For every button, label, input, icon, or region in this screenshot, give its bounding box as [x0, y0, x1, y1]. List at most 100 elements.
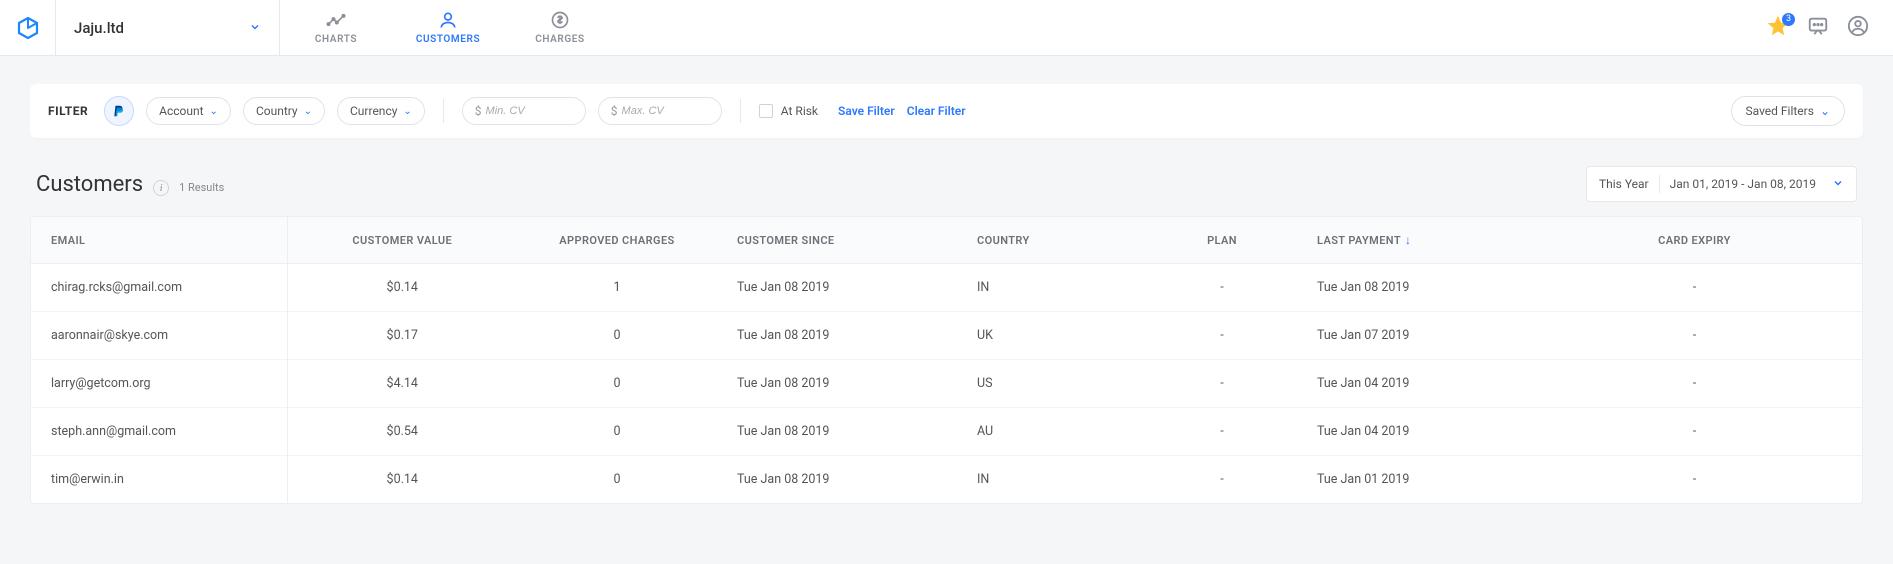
cell-value: $0.54 — [287, 408, 517, 456]
at-risk-label: At Risk — [781, 104, 818, 118]
cell-since: Tue Jan 08 2019 — [717, 360, 957, 408]
cell-expiry: - — [1527, 408, 1862, 456]
saved-filters-label: Saved Filters — [1746, 104, 1814, 118]
cell-approved: 0 — [517, 360, 717, 408]
cell-plan: - — [1147, 264, 1297, 312]
cell-last: Tue Jan 07 2019 — [1297, 312, 1527, 360]
pill-label: Currency — [350, 104, 397, 118]
chevron-down-icon: ⌄ — [210, 106, 218, 117]
filter-bar: FILTER Account ⌄ Country ⌄ Currency ⌄ $ … — [30, 84, 1863, 138]
cell-country: IN — [957, 456, 1147, 504]
at-risk-checkbox[interactable] — [759, 104, 773, 118]
cell-last: Tue Jan 04 2019 — [1297, 408, 1527, 456]
nav-tabs: CHARTS CUSTOMERS CHARGES — [280, 0, 616, 55]
profile-button[interactable] — [1847, 15, 1869, 41]
pill-label: Country — [256, 104, 298, 118]
chat-icon — [1807, 15, 1829, 37]
cell-since: Tue Jan 08 2019 — [717, 456, 957, 504]
saved-filters-button[interactable]: Saved Filters ⌄ — [1731, 96, 1846, 126]
nav-tab-label: CHARTS — [315, 34, 357, 45]
table-row[interactable]: chirag.rcks@gmail.com$0.141Tue Jan 08 20… — [31, 264, 1862, 312]
customers-table: EMAIL CUSTOMER VALUE APPROVED CHARGES CU… — [30, 216, 1863, 504]
filter-separator — [740, 99, 741, 123]
account-filter[interactable]: Account ⌄ — [146, 97, 231, 125]
nav-tab-label: CHARGES — [535, 34, 585, 45]
cell-expiry: - — [1527, 360, 1862, 408]
col-approved[interactable]: APPROVED CHARGES — [517, 217, 717, 264]
cell-email: tim@erwin.in — [31, 456, 287, 504]
topbar-actions: 3 — [1767, 0, 1893, 55]
cell-email: chirag.rcks@gmail.com — [31, 264, 287, 312]
min-cv-input[interactable] — [486, 105, 566, 117]
cell-approved: 0 — [517, 408, 717, 456]
workspace-name: Jaju.ltd — [74, 19, 124, 37]
table-row[interactable]: larry@getcom.org$4.140Tue Jan 08 2019US-… — [31, 360, 1862, 408]
cell-last: Tue Jan 08 2019 — [1297, 264, 1527, 312]
country-filter[interactable]: Country ⌄ — [243, 97, 325, 125]
filter-label: FILTER — [48, 104, 88, 118]
customers-icon — [438, 10, 458, 30]
cell-value: $0.14 — [287, 264, 517, 312]
results-count: 1 Results — [179, 181, 224, 194]
info-icon[interactable]: i — [153, 180, 169, 196]
nav-tab-charges[interactable]: CHARGES — [504, 0, 616, 55]
cell-expiry: - — [1527, 312, 1862, 360]
profile-icon — [1847, 15, 1869, 37]
col-expiry[interactable]: CARD EXPIRY — [1527, 217, 1862, 264]
cell-expiry: - — [1527, 264, 1862, 312]
chevron-down-icon — [1832, 177, 1844, 192]
sort-down-icon: ↓ — [1405, 233, 1411, 247]
table-row[interactable]: steph.ann@gmail.com$0.540Tue Jan 08 2019… — [31, 408, 1862, 456]
dollar-icon: $ — [611, 104, 618, 118]
table-row[interactable]: aaronnair@skye.com$0.170Tue Jan 08 2019U… — [31, 312, 1862, 360]
col-last[interactable]: LAST PAYMENT↓ — [1297, 217, 1527, 264]
cell-country: AU — [957, 408, 1147, 456]
cell-email: aaronnair@skye.com — [31, 312, 287, 360]
col-since[interactable]: CUSTOMER SINCE — [717, 217, 957, 264]
cell-expiry: - — [1527, 456, 1862, 504]
charges-icon — [550, 10, 570, 30]
cell-since: Tue Jan 08 2019 — [717, 264, 957, 312]
cell-last: Tue Jan 01 2019 — [1297, 456, 1527, 504]
favorites-button[interactable]: 3 — [1767, 15, 1789, 41]
col-country[interactable]: COUNTRY — [957, 217, 1147, 264]
cell-value: $4.14 — [287, 360, 517, 408]
cell-since: Tue Jan 08 2019 — [717, 408, 957, 456]
cell-plan: - — [1147, 408, 1297, 456]
col-value[interactable]: CUSTOMER VALUE — [287, 217, 517, 264]
date-range-picker[interactable]: This Year Jan 01, 2019 - Jan 08, 2019 — [1586, 166, 1857, 202]
workspace-selector[interactable]: Jaju.ltd — [56, 0, 280, 55]
chevron-down-icon: ⌄ — [403, 106, 411, 117]
cell-plan: - — [1147, 312, 1297, 360]
save-filter-link[interactable]: Save Filter — [838, 104, 895, 118]
charts-icon — [326, 10, 346, 30]
col-email[interactable]: EMAIL — [31, 217, 287, 264]
chevron-down-icon: ⌄ — [1820, 104, 1830, 118]
cell-plan: - — [1147, 456, 1297, 504]
page-title: Customers — [36, 172, 143, 197]
min-cv-input-wrap[interactable]: $ — [462, 97, 586, 125]
nav-tab-charts[interactable]: CHARTS — [280, 0, 392, 55]
cell-approved: 1 — [517, 264, 717, 312]
pill-label: Account — [159, 104, 203, 118]
provider-filter-chip[interactable] — [104, 96, 134, 126]
nav-tab-customers[interactable]: CUSTOMERS — [392, 0, 504, 55]
separator — [1659, 175, 1660, 193]
col-plan[interactable]: PLAN — [1147, 217, 1297, 264]
currency-filter[interactable]: Currency ⌄ — [337, 97, 425, 125]
messages-button[interactable] — [1807, 15, 1829, 41]
cell-email: steph.ann@gmail.com — [31, 408, 287, 456]
cell-value: $0.14 — [287, 456, 517, 504]
max-cv-input[interactable] — [622, 105, 702, 117]
star-badge: 3 — [1782, 13, 1795, 26]
chevron-down-icon: ⌄ — [304, 106, 312, 117]
date-range-label: This Year — [1599, 177, 1649, 191]
chevron-down-icon — [249, 18, 261, 37]
cell-plan: - — [1147, 360, 1297, 408]
app-logo[interactable] — [0, 0, 56, 55]
table-row[interactable]: tim@erwin.in$0.140Tue Jan 08 2019IN-Tue … — [31, 456, 1862, 504]
max-cv-input-wrap[interactable]: $ — [598, 97, 722, 125]
cell-last: Tue Jan 04 2019 — [1297, 360, 1527, 408]
dollar-icon: $ — [475, 104, 482, 118]
clear-filter-link[interactable]: Clear Filter — [907, 104, 966, 118]
